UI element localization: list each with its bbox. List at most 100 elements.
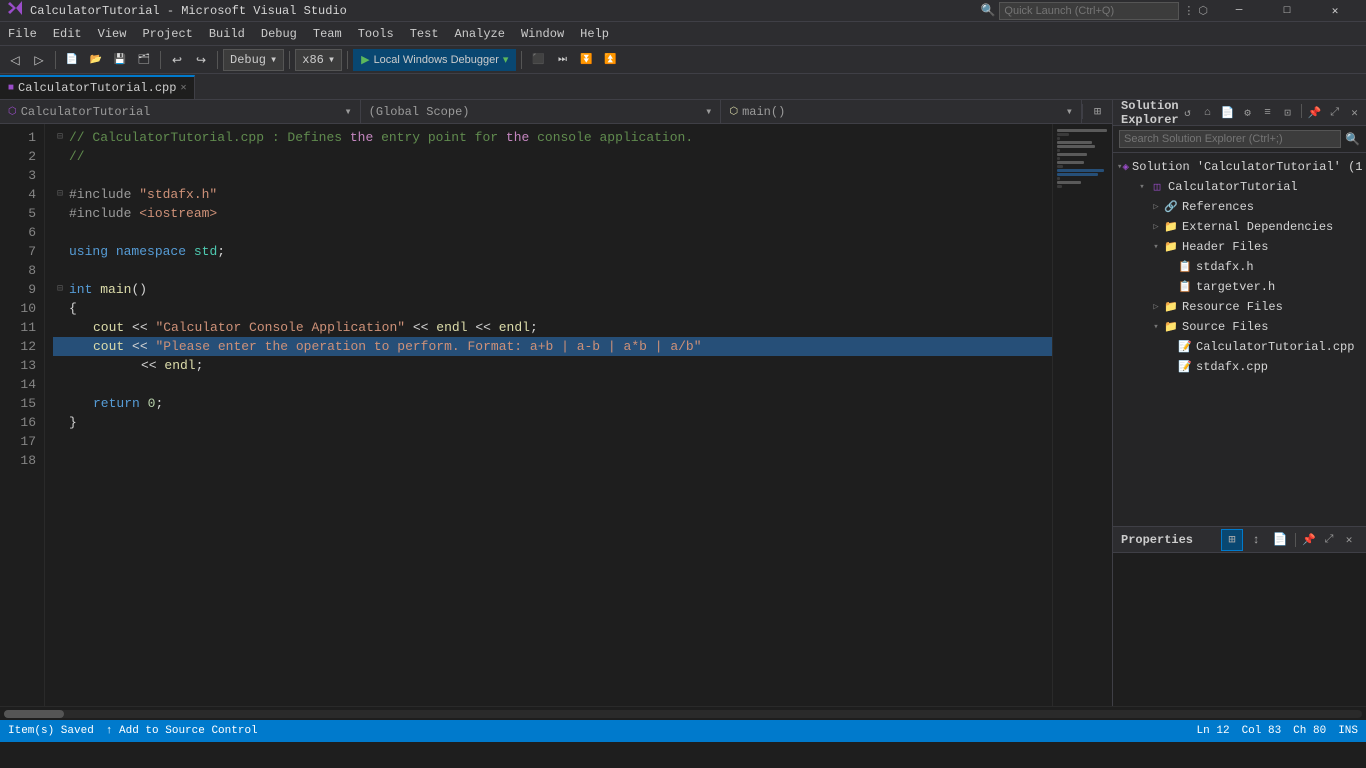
code-editor[interactable]: 1 2 3 4 5 6 7 8 9 10 11 12 13 14 15 16 1… — [0, 124, 1112, 706]
tree-references[interactable]: ▷ 🔗 References — [1113, 197, 1366, 217]
tree-header-files[interactable]: ▾ 📁 Header Files — [1113, 237, 1366, 257]
collapse-4[interactable]: ⊟ — [57, 185, 69, 204]
separator-3 — [217, 51, 218, 69]
menu-view[interactable]: View — [90, 22, 135, 46]
hscrollbar-thumb[interactable] — [4, 710, 64, 718]
solution-explorer-header: Solution Explorer ↺ ⌂ 📄 ⚙ ≡ ⊡ 📌 ⤢ ✕ — [1113, 100, 1366, 126]
prop-grid-btn[interactable]: ⊞ — [1221, 529, 1243, 551]
breakpoint-btn[interactable]: ⬛ — [527, 49, 549, 71]
se-refresh-btn[interactable]: ↺ — [1179, 104, 1197, 122]
tree-targetver-h[interactable]: 📋 targetver.h — [1113, 277, 1366, 297]
debug-config-dropdown[interactable]: Debug ▾ — [223, 49, 284, 71]
minimize-button[interactable]: ─ — [1216, 0, 1262, 22]
step2-btn[interactable]: ⏬ — [575, 49, 597, 71]
undo-btn[interactable]: ↩ — [166, 49, 188, 71]
menu-analyze[interactable]: Analyze — [447, 22, 513, 46]
se-home-btn[interactable]: ⌂ — [1199, 104, 1217, 122]
hscrollbar-track[interactable] — [4, 710, 1362, 718]
se-close-btn[interactable]: ✕ — [1346, 104, 1364, 122]
se-pin-btn[interactable]: 📌 — [1306, 104, 1324, 122]
save-all-btn[interactable]: 🗂 — [133, 49, 155, 71]
collapse-9[interactable]: ⊟ — [57, 280, 69, 299]
main-layout: ⬡ CalculatorTutorial ▾ (Global Scope) ▾ … — [0, 100, 1366, 706]
platform-dropdown[interactable]: x86 ▾ — [295, 49, 342, 71]
menu-test[interactable]: Test — [402, 22, 447, 46]
filter-icon: ⋮ — [1183, 4, 1194, 18]
add-source-control[interactable]: ↑ Add to Source Control — [106, 725, 258, 737]
solution-tree[interactable]: ▾ ◈ Solution 'CalculatorTutorial' (1 pro… — [1113, 153, 1366, 526]
prop-page-btn[interactable]: 📄 — [1269, 529, 1291, 551]
tree-calculator-cpp[interactable]: 📝 CalculatorTutorial.cpp — [1113, 337, 1366, 357]
props-float-btn[interactable]: ⤢ — [1320, 531, 1338, 549]
menu-debug[interactable]: Debug — [253, 22, 305, 46]
forward-btn[interactable]: ▷ — [28, 49, 50, 71]
tree-stdafx-cpp[interactable]: 📝 stdafx.cpp — [1113, 357, 1366, 377]
expand-source-icon[interactable]: ▾ — [1149, 322, 1163, 332]
props-close-btn[interactable]: ✕ — [1340, 531, 1358, 549]
expand-resource-icon[interactable]: ▷ — [1149, 302, 1163, 312]
properties-header: Properties ⊞ ↕ 📄 📌 ⤢ ✕ — [1113, 527, 1366, 553]
project-label: CalculatorTutorial — [1168, 180, 1298, 194]
expand-extdeps-icon[interactable]: ▷ — [1149, 222, 1163, 232]
tree-solution[interactable]: ▾ ◈ Solution 'CalculatorTutorial' (1 pro… — [1113, 157, 1366, 177]
back-btn[interactable]: ◁ — [4, 49, 26, 71]
props-pin-btn[interactable]: 📌 — [1300, 531, 1318, 549]
scope-dropdown[interactable]: ⬡ CalculatorTutorial ▾ — [0, 100, 361, 124]
code-line-11: cout << "Calculator Console Application"… — [53, 318, 1052, 337]
horizontal-scrollbar[interactable] — [0, 706, 1366, 720]
function-dropdown[interactable]: ⬡ main() ▾ — [721, 100, 1082, 124]
code-line-6 — [53, 223, 1052, 242]
line-num-14: 14 — [0, 375, 44, 394]
se-show-files-btn[interactable]: 📄 — [1219, 104, 1237, 122]
tab-close-btn[interactable]: ✕ — [180, 82, 186, 94]
code-line-7: using namespace std; — [53, 242, 1052, 261]
tree-source-files[interactable]: ▾ 📁 Source Files — [1113, 317, 1366, 337]
titlebar-controls: ─ □ ✕ — [1216, 0, 1358, 22]
se-search-input[interactable] — [1119, 130, 1341, 148]
code-content[interactable]: ⊟ // CalculatorTutorial.cpp : Defines th… — [45, 124, 1052, 706]
separator-4 — [289, 51, 290, 69]
menu-team[interactable]: Team — [305, 22, 350, 46]
project-icon: ◫ — [1149, 179, 1165, 195]
tab-calculatortutorial-cpp[interactable]: ■ CalculatorTutorial.cpp ✕ — [0, 75, 195, 99]
open-btn[interactable]: 📂 — [85, 49, 107, 71]
separator-2 — [160, 51, 161, 69]
menu-help[interactable]: Help — [572, 22, 617, 46]
tree-project[interactable]: ▾ ◫ CalculatorTutorial — [1113, 177, 1366, 197]
se-properties-btn[interactable]: ⚙ — [1239, 104, 1257, 122]
status-bar: Item(s) Saved ↑ Add to Source Control Ln… — [0, 720, 1366, 742]
expand-project-icon[interactable]: ▾ — [1135, 182, 1149, 192]
se-collapse-btn[interactable]: ⊡ — [1279, 104, 1297, 122]
se-filter-btn[interactable]: ≡ — [1259, 104, 1277, 122]
redo-btn[interactable]: ↪ — [190, 49, 212, 71]
resource-folder-icon: 📁 — [1163, 299, 1179, 315]
close-button[interactable]: ✕ — [1312, 0, 1358, 22]
expand-references-icon[interactable]: ▷ — [1149, 202, 1163, 212]
expand-header-icon[interactable]: ▾ — [1149, 242, 1163, 252]
tree-resource-files[interactable]: ▷ 📁 Resource Files — [1113, 297, 1366, 317]
global-scope-dropdown[interactable]: (Global Scope) ▾ — [361, 100, 722, 124]
menu-tools[interactable]: Tools — [350, 22, 402, 46]
menu-build[interactable]: Build — [201, 22, 253, 46]
scope-label: CalculatorTutorial — [21, 105, 151, 119]
step-btn[interactable]: ⏭ — [551, 49, 573, 71]
run-button[interactable]: ▶ ▶ Local Windows Debugger Local Windows… — [353, 49, 516, 71]
code-line-8 — [53, 261, 1052, 280]
prop-sort-btn[interactable]: ↕ — [1245, 529, 1267, 551]
statusbar-left: Item(s) Saved ↑ Add to Source Control — [8, 725, 258, 737]
step3-btn[interactable]: ⏫ — [599, 49, 621, 71]
tree-external-deps[interactable]: ▷ 📁 External Dependencies — [1113, 217, 1366, 237]
expand-btn[interactable]: ⊞ — [1082, 104, 1112, 119]
quick-launch-input[interactable] — [999, 2, 1179, 20]
tree-stdafx-h[interactable]: 📋 stdafx.h — [1113, 257, 1366, 277]
collapse-1[interactable]: ⊟ — [57, 128, 69, 147]
se-search-icon: 🔍 — [1345, 132, 1360, 147]
maximize-button[interactable]: □ — [1264, 0, 1310, 22]
menu-project[interactable]: Project — [134, 22, 200, 46]
se-float-btn[interactable]: ⤢ — [1326, 104, 1344, 122]
new-project-btn[interactable]: 📄 — [61, 49, 83, 71]
menu-window[interactable]: Window — [513, 22, 572, 46]
save-btn[interactable]: 💾 — [109, 49, 131, 71]
menu-file[interactable]: File — [0, 22, 45, 46]
menu-edit[interactable]: Edit — [45, 22, 90, 46]
